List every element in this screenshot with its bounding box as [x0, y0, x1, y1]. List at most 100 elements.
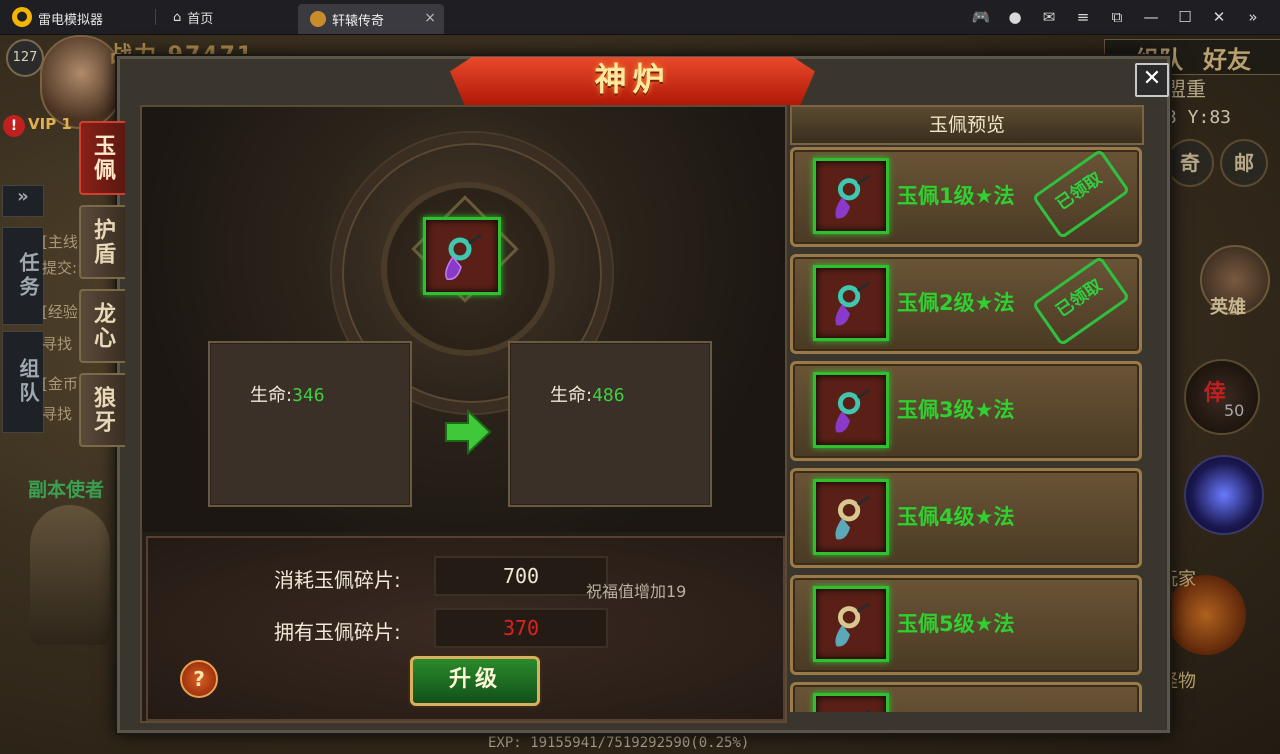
- preview-row[interactable]: 玉佩2级★法 已领取: [790, 254, 1142, 354]
- menu-icon[interactable]: ≡: [1066, 5, 1100, 29]
- tab-jade-pendant[interactable]: 玉佩: [79, 121, 125, 195]
- upgrade-cost-panel: 消耗玉佩碎片: 700 祝福值增加19 拥有玉佩碎片: 370 ? 升级: [146, 536, 785, 721]
- home-tab[interactable]: ⌂ 首页: [165, 6, 221, 28]
- friend-tab[interactable]: 好友: [1203, 40, 1251, 75]
- next-stat: 生命:486: [550, 381, 625, 407]
- next-stat-value: 486: [592, 385, 625, 406]
- arrow-right-icon: [445, 409, 492, 455]
- mail-button[interactable]: 邮: [1220, 139, 1268, 187]
- gamepad-icon[interactable]: 🎮: [964, 5, 998, 29]
- jade-pendant-icon: [445, 233, 482, 280]
- current-stat-label: 生命:: [250, 385, 293, 406]
- alert-icon[interactable]: !: [3, 115, 25, 137]
- tab-dragon-heart[interactable]: 龙心: [79, 289, 125, 363]
- upgrade-button[interactable]: 升级: [410, 656, 540, 706]
- map-name: 盟重: [1166, 77, 1206, 101]
- npc-name[interactable]: 副本使者: [28, 475, 104, 502]
- titlebar-controls: 🎮 ● ✉ ≡ ⧉ — ☐ ✕ »: [964, 5, 1270, 29]
- side-tab-team[interactable]: 组队: [2, 331, 44, 433]
- quest-line-6[interactable]: 寻找: [42, 403, 72, 424]
- tab-wolf-fang[interactable]: 狼牙: [79, 373, 125, 447]
- preview-item-slot[interactable]: [813, 265, 889, 341]
- minimize-icon[interactable]: —: [1134, 5, 1168, 29]
- jade-pendant-icon: [835, 174, 871, 219]
- preview-panel: 玉佩预览 玉佩1级★法 已领取 玉佩2级★法 已领取 玉佩3级★法 玉佩4级★法 玉佩5级★…: [790, 105, 1144, 712]
- npc-figure[interactable]: [30, 505, 110, 645]
- window-close-icon[interactable]: ✕: [1202, 5, 1236, 29]
- quest-line-4[interactable]: 寻找: [42, 333, 72, 354]
- preview-item-slot[interactable]: [813, 479, 889, 555]
- map-coordinates: 3 Y:83: [1166, 107, 1232, 128]
- current-stat-box: 生命:346: [208, 341, 412, 507]
- mail-icon[interactable]: ✉: [1032, 5, 1066, 29]
- skill-1-count: 50: [1224, 401, 1245, 420]
- forge-altar: 生命:346 生命:486: [142, 107, 785, 532]
- skill-1-glyph: 倖: [1204, 381, 1227, 406]
- claimed-stamp: 已领取: [1031, 255, 1131, 347]
- next-stat-label: 生命:: [550, 385, 593, 406]
- cost-value: 700: [434, 556, 608, 596]
- current-item-slot[interactable]: [423, 217, 501, 295]
- quest-line-1[interactable]: [主线]: [42, 231, 84, 252]
- forge-panel: 生命:346 生命:486 消耗玉佩碎片: 700 祝福值增加19 拥有玉佩碎片…: [140, 105, 787, 723]
- jade-pendant-icon: [835, 495, 871, 540]
- tab-close-icon[interactable]: ×: [424, 10, 436, 26]
- home-tab-label: 首页: [187, 11, 214, 27]
- current-stat: 生命:346: [250, 381, 325, 407]
- preview-item-label: 玉佩4级★法: [897, 505, 1015, 529]
- preview-row[interactable]: 玉佩3级★法: [790, 361, 1142, 461]
- preview-header: 玉佩预览: [790, 105, 1144, 145]
- owned-value: 370: [434, 608, 608, 648]
- close-icon[interactable]: ✕: [1135, 63, 1169, 97]
- dialog-title: 神炉: [594, 60, 671, 98]
- vip-badge[interactable]: VIP 1: [28, 115, 72, 133]
- expand-arrow-icon[interactable]: »: [2, 185, 44, 217]
- preview-item-slot[interactable]: [813, 693, 889, 712]
- hero-label: 英雄: [1210, 297, 1246, 318]
- preview-row[interactable]: 玉佩1级★法 已领取: [790, 147, 1142, 247]
- game-tab[interactable]: 轩辕传奇 ×: [298, 4, 444, 34]
- qi-button[interactable]: 奇: [1166, 139, 1214, 187]
- popout-icon[interactable]: ⧉: [1100, 5, 1134, 29]
- side-tab-tasks[interactable]: 任务: [2, 227, 44, 325]
- emulator-titlebar: ● 雷电模拟器 ⌂ 首页 轩辕传奇 × 🎮 ● ✉ ≡ ⧉ — ☐ ✕ »: [0, 0, 1280, 35]
- preview-item-slot[interactable]: [813, 158, 889, 234]
- tab-shield[interactable]: 护盾: [79, 205, 125, 279]
- preview-item-label: 玉佩1级★法: [897, 184, 1015, 208]
- next-stat-box: 生命:486: [508, 341, 712, 507]
- emulator-logo-icon: ●: [12, 7, 32, 27]
- skill-button-2[interactable]: [1184, 455, 1264, 535]
- exp-readout: EXP: 19155941/7519292590(0.25%): [488, 735, 750, 751]
- game-tab-icon: [310, 11, 326, 27]
- claimed-stamp: 已领取: [1031, 148, 1131, 240]
- forge-dialog: 神炉 ✕ 玉佩 护盾 龙心 狼牙 生命:346 生命:486 消耗玉佩碎片: 7…: [79, 56, 1170, 733]
- current-stat-value: 346: [292, 385, 325, 406]
- home-icon: ⌂: [173, 9, 182, 25]
- preview-item-slot[interactable]: [813, 586, 889, 662]
- preview-item-label: 玉佩3级★法: [897, 398, 1015, 422]
- jade-pendant-icon: [835, 602, 871, 647]
- help-icon[interactable]: ?: [180, 660, 218, 698]
- preview-row[interactable]: 玉佩4级★法: [790, 468, 1142, 568]
- titlebar-divider: [155, 9, 156, 25]
- player-level: 127: [6, 39, 44, 77]
- jade-pendant-icon: [835, 388, 871, 433]
- preview-row[interactable]: 玉佩5级★法: [790, 575, 1142, 675]
- expand-sidebar-icon[interactable]: »: [1236, 5, 1270, 29]
- game-tab-label: 轩辕传奇: [332, 13, 385, 29]
- preview-item-label: 玉佩5级★法: [897, 612, 1015, 636]
- preview-list[interactable]: 玉佩1级★法已领取玉佩2级★法已领取玉佩3级★法玉佩4级★法玉佩5级★法玉佩6级…: [790, 147, 1144, 712]
- preview-row[interactable]: 玉佩6级★法: [790, 682, 1142, 712]
- jade-pendant-icon: [835, 281, 871, 326]
- owned-label: 拥有玉佩碎片:: [274, 620, 401, 644]
- quest-line-5[interactable]: [金币]: [42, 373, 84, 394]
- preview-item-label: 玉佩2级★法: [897, 291, 1015, 315]
- blessing-note: 祝福值增加19: [586, 582, 687, 601]
- cost-label: 消耗玉佩碎片:: [274, 568, 401, 592]
- quest-line-3[interactable]: [经验]: [42, 301, 84, 322]
- quest-line-2[interactable]: 提交:: [42, 257, 77, 278]
- maximize-icon[interactable]: ☐: [1168, 5, 1202, 29]
- emulator-app-name: 雷电模拟器: [38, 13, 104, 28]
- account-icon[interactable]: ●: [998, 5, 1032, 29]
- preview-item-slot[interactable]: [813, 372, 889, 448]
